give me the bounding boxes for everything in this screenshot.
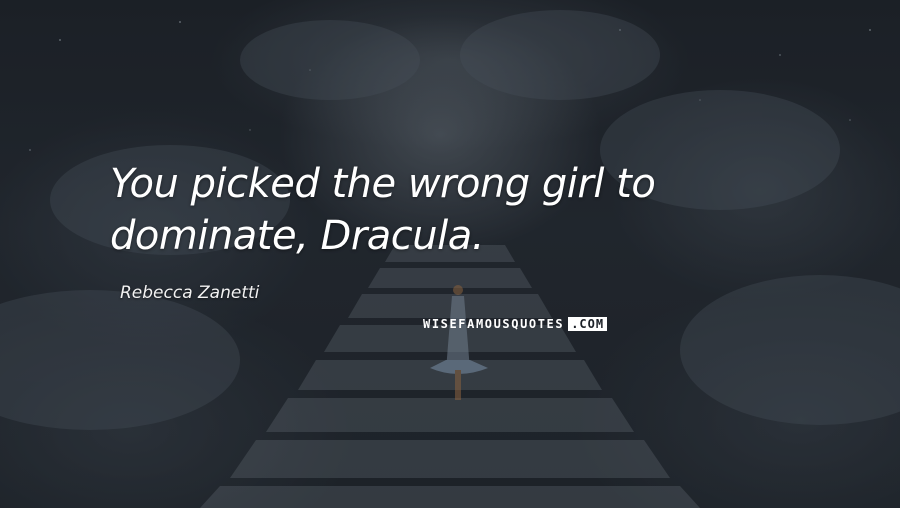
- watermark-suffix: .COM: [568, 316, 608, 331]
- quote-author: Rebecca Zanetti: [120, 283, 260, 303]
- watermark-brand: WISEFAMOUSQUOTES: [423, 316, 565, 331]
- quote-card: You picked the wrong girl to dominate, D…: [0, 0, 900, 508]
- site-watermark: WISEFAMOUSQUOTES .COM: [419, 315, 611, 332]
- quote-text: You picked the wrong girl to dominate, D…: [110, 161, 656, 259]
